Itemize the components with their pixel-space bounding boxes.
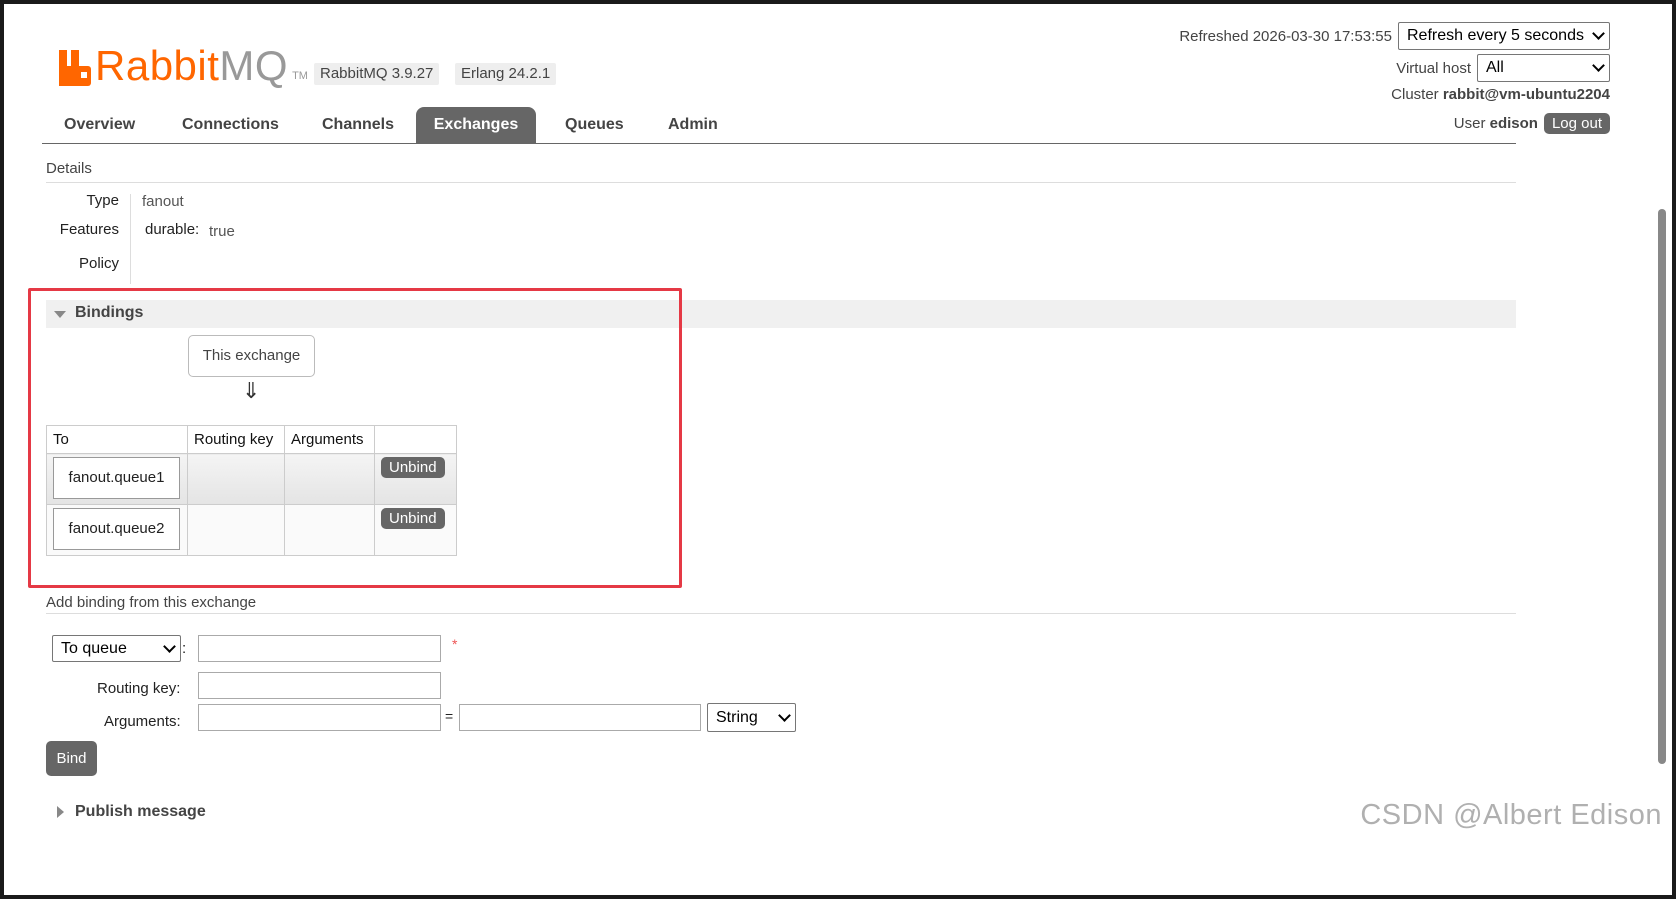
vhost-label: Virtual host bbox=[1396, 59, 1471, 77]
vhost-select[interactable]: All bbox=[1477, 54, 1610, 82]
type-value: fanout bbox=[142, 193, 184, 210]
argument-key-input[interactable] bbox=[198, 704, 441, 731]
cluster-name: rabbit@vm-ubuntu2204 bbox=[1442, 86, 1610, 103]
cluster-row: Cluster rabbit@vm-ubuntu2204 bbox=[1391, 86, 1610, 103]
publish-message-section-title[interactable]: Publish message bbox=[75, 803, 206, 821]
add-binding-section-title: Add binding from this exchange bbox=[46, 594, 257, 611]
details-section-title: Details bbox=[46, 160, 92, 177]
chevron-down-icon bbox=[778, 708, 791, 722]
rabbitmq-version-badge: RabbitMQ 3.9.27 bbox=[314, 63, 440, 85]
erlang-version-badge: Erlang 24.2.1 bbox=[455, 63, 557, 85]
browser-viewport: RabbitMQ TM RabbitMQ 3.9.27 Erlang 24.2.… bbox=[4, 4, 1672, 895]
routing-key-input[interactable] bbox=[198, 672, 441, 699]
tab-exchanges[interactable]: Exchanges bbox=[416, 107, 536, 144]
argument-type-select[interactable]: String bbox=[707, 703, 796, 732]
chevron-down-icon bbox=[163, 639, 176, 653]
destination-type-select[interactable]: To queue bbox=[52, 635, 181, 662]
tab-admin[interactable]: Admin bbox=[650, 107, 736, 144]
watermark: CSDN @Albert Edison bbox=[1360, 799, 1662, 831]
collapsed-triangle-icon[interactable] bbox=[57, 806, 64, 818]
vhost-row: Virtual host All bbox=[1396, 54, 1610, 82]
chevron-down-icon bbox=[1592, 59, 1605, 72]
features-label: Features bbox=[59, 221, 119, 238]
rabbit-logo-icon bbox=[59, 50, 91, 86]
tab-channels[interactable]: Channels bbox=[304, 107, 412, 144]
argument-value-input[interactable] bbox=[459, 704, 701, 731]
logo-trademark: TM bbox=[292, 70, 308, 82]
features-durable-value: true bbox=[209, 223, 235, 240]
logo-text-rabbit: Rabbit bbox=[95, 42, 220, 89]
chevron-down-icon bbox=[1592, 27, 1605, 40]
required-asterisk: * bbox=[452, 636, 458, 652]
destination-name-input[interactable] bbox=[198, 635, 441, 662]
features-durable-key: durable: bbox=[145, 221, 200, 238]
refresh-interval-select[interactable]: Refresh every 5 seconds bbox=[1398, 22, 1610, 50]
details-column-divider bbox=[130, 194, 131, 284]
tab-queues[interactable]: Queues bbox=[547, 107, 642, 144]
main-nav: Overview Connections Channels Exchanges … bbox=[42, 107, 1516, 144]
refresh-row: Refreshed 2026-03-30 17:53:55 Refresh ev… bbox=[1179, 22, 1610, 50]
details-divider bbox=[46, 182, 1516, 183]
logo-text-mq: MQ bbox=[219, 42, 289, 89]
equals-sign: = bbox=[445, 708, 454, 724]
type-label: Type bbox=[86, 192, 119, 209]
vertical-scrollbar[interactable] bbox=[1658, 209, 1666, 764]
rabbitmq-logo[interactable]: RabbitMQ TM bbox=[59, 42, 308, 89]
bind-button[interactable]: Bind bbox=[46, 741, 97, 776]
tab-connections[interactable]: Connections bbox=[164, 107, 297, 144]
add-binding-divider bbox=[46, 613, 1516, 614]
refreshed-timestamp: Refreshed 2026-03-30 17:53:55 bbox=[1179, 27, 1392, 45]
destination-colon: : bbox=[182, 640, 187, 657]
annotation-highlight-box bbox=[28, 288, 682, 588]
logout-button[interactable]: Log out bbox=[1543, 113, 1610, 134]
tab-overview[interactable]: Overview bbox=[46, 107, 153, 144]
cluster-label: Cluster bbox=[1391, 86, 1439, 103]
routing-key-label: Routing key: bbox=[97, 680, 181, 697]
policy-label: Policy bbox=[79, 255, 120, 272]
arguments-label: Arguments: bbox=[104, 713, 181, 730]
